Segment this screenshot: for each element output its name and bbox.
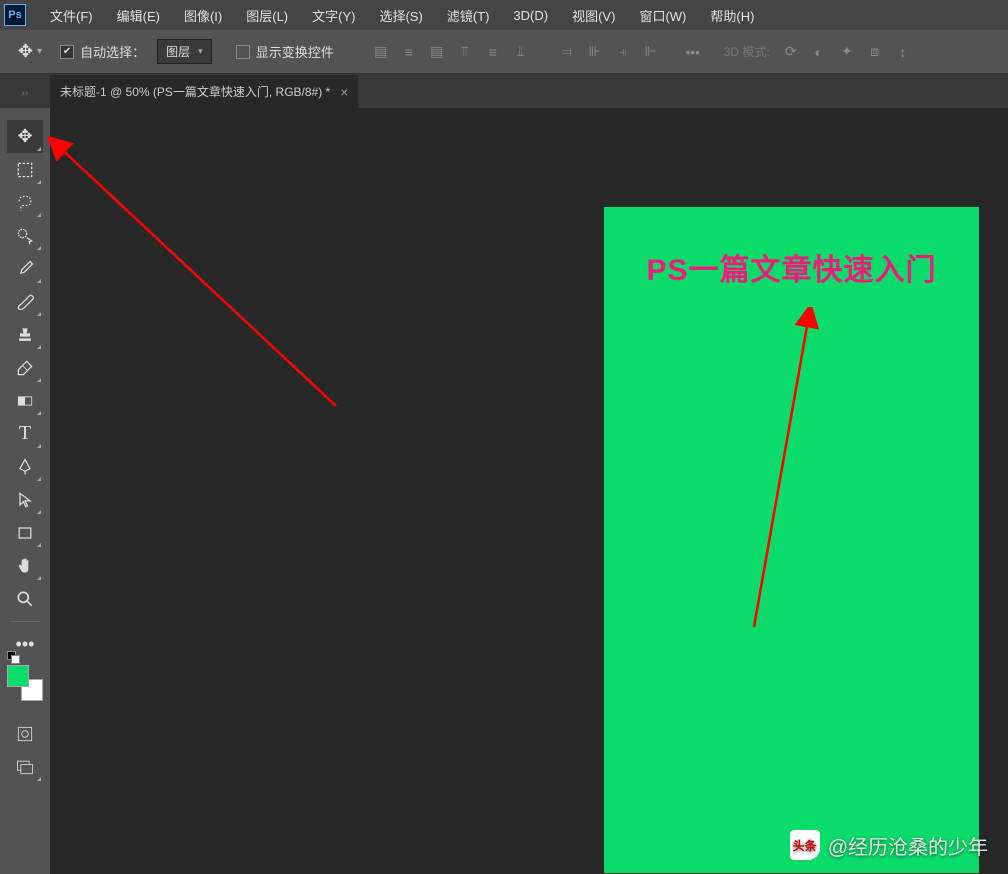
rectangle-tool[interactable] [7, 516, 43, 549]
hand-tool[interactable] [7, 549, 43, 582]
zoom-tool[interactable] [7, 582, 43, 615]
distribute-group: ⫤ ⊪ ⫣ ⊩ [556, 41, 662, 63]
panel-expand-icon[interactable]: ›› [0, 78, 50, 108]
menu-help[interactable]: 帮助(H) [698, 0, 766, 30]
align-left-icon[interactable]: ▤ [370, 41, 392, 63]
quick-select-tool[interactable] [7, 219, 43, 252]
menu-3d[interactable]: 3D(D) [501, 0, 560, 30]
menu-image[interactable]: 图像(I) [172, 0, 234, 30]
dist-vcenter-icon[interactable]: ⊪ [584, 41, 606, 63]
screen-mode-tool[interactable] [7, 750, 43, 783]
align-top-icon[interactable]: ⫪ [454, 41, 476, 63]
3d-pan-icon[interactable]: ✦ [836, 41, 858, 63]
options-bar: ✥ ▾ ✔ 自动选择： 图层 ▾ 显示变换控件 ▤ ≡ ▤ ⫪ ≡ ⫫ ⫤ ⊪ … [0, 30, 1008, 74]
3d-scale-icon[interactable]: ↕ [892, 41, 914, 63]
toutiao-logo-icon: 头条 [790, 830, 820, 860]
menu-select[interactable]: 选择(S) [367, 0, 434, 30]
tools-panel: ✥ T ••• [0, 108, 50, 874]
watermark-text: @经历沧桑的少年 [828, 831, 988, 860]
chevron-down-icon: ▾ [198, 46, 203, 57]
pen-tool[interactable] [7, 450, 43, 483]
show-transform-checkbox[interactable] [236, 45, 250, 59]
auto-select-label: 自动选择： [80, 42, 145, 61]
close-icon[interactable]: × [340, 84, 348, 100]
stamp-tool[interactable] [7, 318, 43, 351]
menu-layer[interactable]: 图层(L) [234, 0, 300, 30]
align-bottom-icon[interactable]: ⫫ [510, 41, 532, 63]
type-tool[interactable]: T [7, 417, 43, 450]
eyedropper-tool[interactable] [7, 252, 43, 285]
align-hcenter-icon[interactable]: ≡ [398, 41, 420, 63]
3d-mode-group: ⟳ ◐ ✦ ⧈ ↕ [780, 41, 914, 63]
move-tool-icon: ✥ [18, 41, 33, 62]
align-group: ▤ ≡ ▤ ⫪ ≡ ⫫ [370, 41, 532, 63]
watermark: 头条 @经历沧桑的少年 [790, 830, 988, 860]
tool-preset-dropdown[interactable]: ▾ [37, 46, 42, 57]
eraser-tool[interactable] [7, 351, 43, 384]
3d-mode-label: 3D 模式: [724, 43, 770, 60]
show-transform-label: 显示变换控件 [256, 42, 334, 61]
canvas-text-layer[interactable]: PS一篇文章快速入门 [604, 245, 979, 289]
document-tab[interactable]: 未标题-1 @ 50% (PS一篇文章快速入门, RGB/8#) * × [50, 75, 358, 108]
menu-filter[interactable]: 滤镜(T) [435, 0, 502, 30]
annotation-arrow-2 [734, 307, 824, 637]
3d-roll-icon[interactable]: ◐ [808, 41, 830, 63]
document-tab-title: 未标题-1 @ 50% (PS一篇文章快速入门, RGB/8#) * [60, 83, 330, 100]
tool-separator [10, 621, 40, 622]
path-select-tool[interactable] [7, 483, 43, 516]
marquee-tool[interactable] [7, 153, 43, 186]
auto-select-checkbox[interactable]: ✔ [60, 45, 74, 59]
color-swatches[interactable] [7, 665, 43, 701]
move-tool[interactable]: ✥ [7, 120, 43, 153]
layer-select-value: 图层 [166, 43, 190, 60]
default-colors-icon[interactable] [7, 651, 17, 661]
menu-view[interactable]: 视图(V) [560, 0, 627, 30]
dist-top-icon[interactable]: ⫤ [556, 41, 578, 63]
gradient-tool[interactable] [7, 384, 43, 417]
more-options-icon[interactable]: ••• [682, 41, 704, 63]
align-right-icon[interactable]: ▤ [426, 41, 448, 63]
annotation-arrow-1 [46, 136, 346, 416]
align-vcenter-icon[interactable]: ≡ [482, 41, 504, 63]
menu-bar: Ps 文件(F) 编辑(E) 图像(I) 图层(L) 文字(Y) 选择(S) 滤… [0, 0, 1008, 30]
brush-tool[interactable] [7, 285, 43, 318]
quick-mask-tool[interactable] [7, 717, 43, 750]
menu-window[interactable]: 窗口(W) [627, 0, 698, 30]
3d-slide-icon[interactable]: ⧈ [864, 41, 886, 63]
dist-bottom-icon[interactable]: ⫣ [612, 41, 634, 63]
document-canvas[interactable]: PS一篇文章快速入门 [604, 207, 979, 873]
3d-orbit-icon[interactable]: ⟳ [780, 41, 802, 63]
dist-left-icon[interactable]: ⊩ [640, 41, 662, 63]
canvas-area[interactable]: PS一篇文章快速入门 [50, 108, 1008, 874]
app-logo: Ps [4, 4, 26, 26]
lasso-tool[interactable] [7, 186, 43, 219]
layer-group-select[interactable]: 图层 ▾ [157, 39, 212, 64]
menu-file[interactable]: 文件(F) [38, 0, 105, 30]
foreground-color[interactable] [7, 665, 29, 687]
menu-type[interactable]: 文字(Y) [300, 0, 367, 30]
menu-edit[interactable]: 编辑(E) [105, 0, 172, 30]
document-tab-bar: 未标题-1 @ 50% (PS一篇文章快速入门, RGB/8#) * × [0, 74, 1008, 108]
